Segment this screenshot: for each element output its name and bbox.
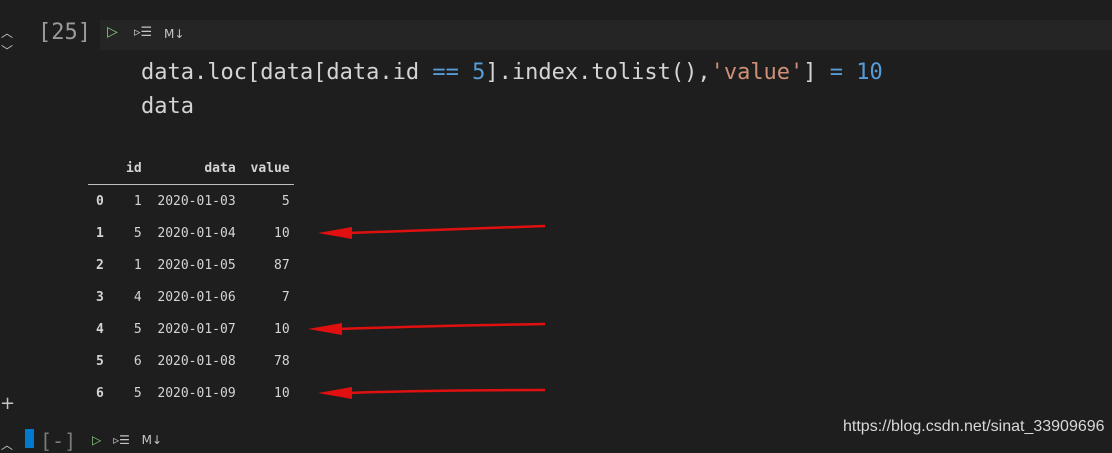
next-cell-execution-count: [-] <box>40 429 77 453</box>
watermark-url: https://blog.csdn.net/sinat_33909696 <box>843 418 1105 435</box>
annotation-arrow-line <box>337 322 546 331</box>
annotation-arrow-line <box>347 224 546 235</box>
annotation-arrow-head <box>318 387 352 399</box>
annotation-arrows <box>308 224 546 399</box>
run-all-icon[interactable]: ▹☰ <box>113 433 130 447</box>
annotation-arrow-line <box>347 388 546 395</box>
next-cell-toolbar: ▷ ▹☰ M↓ <box>92 433 162 447</box>
add-cell-icon[interactable]: + <box>0 393 15 414</box>
annotation-arrow-head <box>308 323 342 335</box>
cell-focus-marker <box>25 429 34 448</box>
play-icon[interactable]: ▷ <box>92 433 101 447</box>
markdown-toggle-button[interactable]: M↓ <box>142 433 162 447</box>
collapse-up-icon[interactable]: ︿ <box>0 436 14 453</box>
annotation-arrow-head <box>318 227 352 239</box>
